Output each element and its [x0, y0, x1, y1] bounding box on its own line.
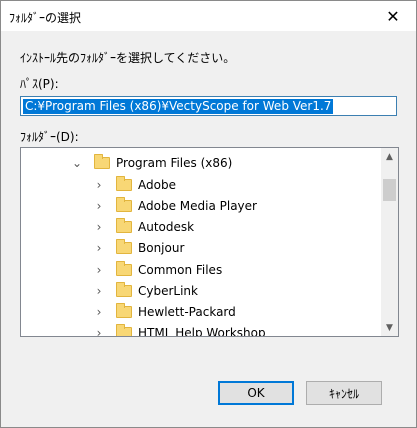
tree-item[interactable]: › Adobe — [92, 174, 176, 196]
tree-item-label: Hewlett-Packard — [138, 305, 236, 319]
scroll-up-arrow-icon[interactable]: ▲ — [381, 148, 398, 165]
instruction-text: ｲﾝｽﾄｰﾙ先のﾌｫﾙﾀﾞｰを選択してください。 — [20, 51, 236, 65]
folder-icon — [116, 218, 132, 233]
chevron-right-icon[interactable]: › — [92, 178, 106, 192]
tree-item-label: Program Files (x86) — [116, 156, 233, 170]
tree-item[interactable]: › HTML Help Workshop — [92, 322, 266, 337]
scroll-down-arrow-icon[interactable]: ▼ — [381, 319, 398, 336]
chevron-down-icon[interactable]: ⌄ — [70, 156, 84, 170]
tree-item[interactable]: › CyberLink — [92, 280, 198, 302]
path-input-value: C:¥Program Files (x86)¥VectyScope for We… — [23, 99, 334, 114]
scroll-thumb[interactable] — [383, 179, 396, 201]
folder-select-dialog: ﾌｫﾙﾀﾞｰの選択 ✕ ｲﾝｽﾄｰﾙ先のﾌｫﾙﾀﾞｰを選択してください。 ﾊﾟｽ… — [0, 0, 417, 428]
chevron-right-icon[interactable]: › — [92, 263, 106, 277]
cancel-button[interactable]: ｷｬﾝｾﾙ — [306, 381, 382, 405]
vertical-scrollbar[interactable]: ▲ ▼ — [381, 148, 398, 336]
tree-item-label: HTML Help Workshop — [138, 326, 266, 337]
folder-tree-label: ﾌｫﾙﾀﾞｰ(D): — [20, 130, 79, 144]
folder-icon — [116, 324, 132, 336]
tree-item[interactable]: › Autodesk — [92, 216, 194, 238]
path-input[interactable]: C:¥Program Files (x86)¥VectyScope for We… — [20, 96, 397, 116]
tree-item-label: Bonjour — [138, 241, 185, 255]
tree-item-label: Autodesk — [138, 220, 195, 234]
tree-item[interactable]: › Bonjour — [92, 237, 184, 259]
tree-item[interactable]: › Hewlett-Packard — [92, 301, 236, 323]
chevron-right-icon[interactable]: › — [92, 241, 106, 255]
folder-icon — [94, 154, 110, 169]
tree-item-label: CyberLink — [138, 284, 198, 298]
folder-tree[interactable]: ⌄ Program Files (x86) › Adobe › Adobe Me… — [20, 147, 399, 337]
folder-icon — [116, 176, 132, 191]
folder-icon — [116, 197, 132, 212]
folder-icon — [116, 282, 132, 297]
chevron-right-icon[interactable]: › — [92, 220, 106, 234]
tree-item-program-files-x86[interactable]: ⌄ Program Files (x86) — [70, 152, 232, 174]
folder-icon — [116, 261, 132, 276]
folder-icon — [116, 303, 132, 318]
tree-item[interactable]: › Adobe Media Player — [92, 195, 257, 217]
chevron-right-icon[interactable]: › — [92, 326, 106, 336]
chevron-right-icon[interactable]: › — [92, 305, 106, 319]
path-label: ﾊﾟｽ(P): — [20, 77, 59, 91]
tree-item-label: Common Files — [138, 263, 223, 277]
chevron-right-icon[interactable]: › — [92, 199, 106, 213]
ok-button[interactable]: OK — [218, 381, 294, 405]
close-icon[interactable]: ✕ — [370, 1, 416, 31]
tree-item-label: Adobe Media Player — [138, 199, 257, 213]
window-title: ﾌｫﾙﾀﾞｰの選択 — [9, 11, 82, 25]
tree-item[interactable]: › Common Files — [92, 259, 222, 281]
tree-item-label: Adobe — [138, 178, 176, 192]
chevron-right-icon[interactable]: › — [92, 284, 106, 298]
title-bar: ﾌｫﾙﾀﾞｰの選択 ✕ — [1, 1, 416, 31]
folder-icon — [116, 239, 132, 254]
